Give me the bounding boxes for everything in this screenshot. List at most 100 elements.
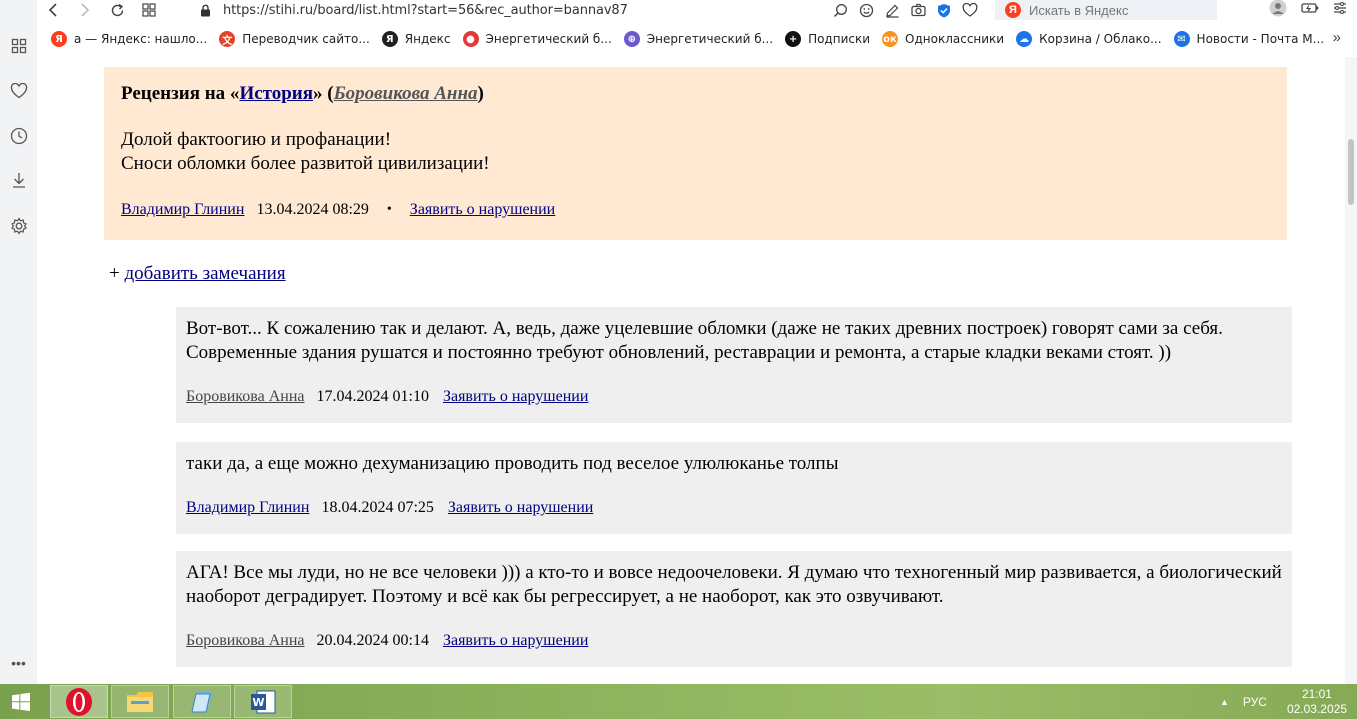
forward-icon[interactable] xyxy=(69,0,101,20)
browser-sidebar: ••• xyxy=(0,0,37,684)
bookmark-item[interactable]: + Подписки xyxy=(785,31,870,47)
more-dots-icon[interactable]: ••• xyxy=(0,652,37,674)
work-author-link[interactable]: Боровикова Анна xyxy=(334,83,478,104)
bookmark-favicon-icon: ☁ xyxy=(1016,31,1033,47)
opera-taskbar-icon[interactable] xyxy=(50,685,108,718)
bookmark-item[interactable]: ● Энергетический б... xyxy=(462,31,612,47)
heart-icon[interactable] xyxy=(0,80,37,102)
file-explorer-taskbar-icon[interactable] xyxy=(111,685,169,718)
bookmark-favicon-icon: 文 xyxy=(219,31,236,47)
bookmark-favicon-icon: Я xyxy=(51,31,67,47)
url-field[interactable]: https://stihi.ru/board/list.html?start=5… xyxy=(223,3,628,18)
bookmark-favicon-icon: ок xyxy=(882,31,899,47)
add-note-link[interactable]: добавить замечания xyxy=(124,263,285,284)
bookmark-item[interactable]: ☁ Корзина / Облако... xyxy=(1016,31,1162,47)
clock-time: 21:01 xyxy=(1301,686,1332,701)
report-violation-link[interactable]: Заявить о нарушении xyxy=(443,631,588,651)
bookmark-item[interactable]: ✉ Новости - Почта М... xyxy=(1173,31,1325,47)
comment-text: Вот-вот... К сожалению так и делают. А, … xyxy=(186,318,1223,363)
bookmark-label: Переводчик сайто... xyxy=(242,32,370,46)
bookmark-label: Яндекс xyxy=(404,32,451,46)
review-line: Долой фактоогию и профанации! xyxy=(121,129,392,150)
bookmark-label: а — Яндекс: нашло... xyxy=(74,32,208,46)
bookmark-heart-icon[interactable] xyxy=(960,0,980,20)
report-violation-link[interactable]: Заявить о нарушении xyxy=(443,387,588,407)
review-text: Долой фактоогию и профанации! Сноси обло… xyxy=(121,128,1270,176)
windows-taskbar: W ▲ РУС 21:01 02.03.2025 xyxy=(0,684,1357,719)
battery-saver-icon[interactable] xyxy=(1301,1,1319,19)
review-author-link[interactable]: Владимир Глинин xyxy=(121,200,244,220)
comment-date: 17.04.2024 01:10 xyxy=(316,388,429,405)
bookmark-favicon-icon: + xyxy=(785,31,802,47)
review-line: Сноси обломки более развитой цивилизации… xyxy=(121,153,490,174)
comment-meta: Владимир Глинин 18.04.2024 07:25 Заявить… xyxy=(186,498,1282,518)
bookmark-label: Новости - Почта М... xyxy=(1196,32,1325,46)
bookmark-favicon-icon: ⊕ xyxy=(623,31,640,47)
scrollbar-thumb[interactable] xyxy=(1348,139,1354,205)
review-card: Рецензия на «История» (Боровикова Анна) … xyxy=(104,67,1287,240)
bookmark-item[interactable]: ок Одноклассники xyxy=(882,31,1004,47)
comment-date: 20.04.2024 00:14 xyxy=(316,632,429,649)
bookmark-item[interactable]: Я Яндекс xyxy=(381,31,451,47)
clock-date: 02.03.2025 xyxy=(1286,701,1347,716)
add-note: + добавить замечания xyxy=(109,263,286,284)
bookmark-item[interactable]: ⊕ Энергетический б... xyxy=(623,31,774,47)
comment-text: АГА! Все мы луди, но не все человеки )))… xyxy=(186,562,1282,607)
review-meta: Владимир Глинин 13.04.2024 08:29 • Заяви… xyxy=(121,200,1270,220)
bookmark-favicon-icon: Я xyxy=(381,31,398,47)
yandex-search-input[interactable] xyxy=(1029,2,1199,18)
bookmark-item[interactable]: 文 Переводчик сайто... xyxy=(219,31,370,47)
speed-dial-icon[interactable] xyxy=(0,35,37,57)
comment-date: 18.04.2024 07:25 xyxy=(321,499,434,516)
bookmark-label: Одноклассники xyxy=(905,32,1005,46)
notepad-taskbar-icon[interactable] xyxy=(173,685,231,718)
emoji-icon[interactable] xyxy=(856,0,876,20)
comment-author-link[interactable]: Владимир Глинин xyxy=(186,498,309,518)
comment-meta: Боровикова Анна 17.04.2024 01:10 Заявить… xyxy=(186,387,1282,407)
review-date: 13.04.2024 08:29 xyxy=(256,201,369,218)
work-title-link[interactable]: История xyxy=(239,83,313,104)
edit-icon[interactable] xyxy=(882,0,902,20)
word-taskbar-icon[interactable]: W xyxy=(234,685,292,718)
settings-gear-icon[interactable] xyxy=(0,215,37,237)
tray-expand-icon[interactable]: ▲ xyxy=(1220,697,1229,707)
zoom-icon[interactable] xyxy=(830,0,850,20)
profile-avatar-icon[interactable] xyxy=(1269,0,1287,22)
address-bar-actions xyxy=(830,0,980,20)
tabs-grid-icon[interactable] xyxy=(133,0,165,20)
comment-meta: Боровикова Анна 20.04.2024 00:14 Заявить… xyxy=(186,631,1282,651)
yandex-search-box[interactable]: Я xyxy=(995,0,1217,20)
download-icon[interactable] xyxy=(0,169,37,191)
bookmark-label: Корзина / Облако... xyxy=(1039,32,1162,46)
shield-check-icon[interactable] xyxy=(934,0,954,20)
yandex-logo-icon: Я xyxy=(1005,2,1021,18)
camera-icon[interactable] xyxy=(908,0,928,20)
bookmarks-more-icon[interactable]: » xyxy=(1333,29,1341,46)
svg-text:W: W xyxy=(252,696,264,709)
page-content: Рецензия на «История» (Боровикова Анна) … xyxy=(37,57,1345,684)
history-clock-icon[interactable] xyxy=(0,125,37,147)
browser-toolbar-right xyxy=(1269,0,1347,20)
input-language[interactable]: РУС xyxy=(1243,695,1267,709)
report-violation-link[interactable]: Заявить о нарушении xyxy=(448,498,593,518)
bookmarks-bar: Яа — Яндекс: нашло... 文 Переводчик сайто..… xyxy=(37,26,1357,52)
comment-card: Вот-вот... К сожалению так и делают. А, … xyxy=(176,307,1292,423)
bookmark-favicon-icon: ✉ xyxy=(1173,31,1190,47)
back-icon[interactable] xyxy=(37,0,69,20)
reload-icon[interactable] xyxy=(101,0,133,20)
comment-card: таки да, а еще можно дехуманизацию прово… xyxy=(176,442,1292,534)
meta-separator: • xyxy=(386,202,392,217)
page-scrollbar[interactable] xyxy=(1345,57,1357,684)
bookmark-label: Энергетический б... xyxy=(646,32,774,46)
comment-author-link[interactable]: Боровикова Анна xyxy=(186,631,305,651)
bookmark-label: Подписки xyxy=(808,32,871,46)
report-violation-link[interactable]: Заявить о нарушении xyxy=(410,200,555,220)
bookmark-label: Энергетический б... xyxy=(485,32,612,46)
windows-start-icon[interactable] xyxy=(0,684,42,719)
bookmark-favicon-icon: ● xyxy=(462,31,479,47)
clock[interactable]: 21:01 02.03.2025 xyxy=(1287,687,1347,717)
easy-setup-icon[interactable] xyxy=(1333,1,1347,20)
lock-icon[interactable] xyxy=(195,4,215,17)
bookmark-item[interactable]: Яа — Яндекс: нашло... xyxy=(51,31,207,47)
comment-author-link[interactable]: Боровикова Анна xyxy=(186,387,305,407)
